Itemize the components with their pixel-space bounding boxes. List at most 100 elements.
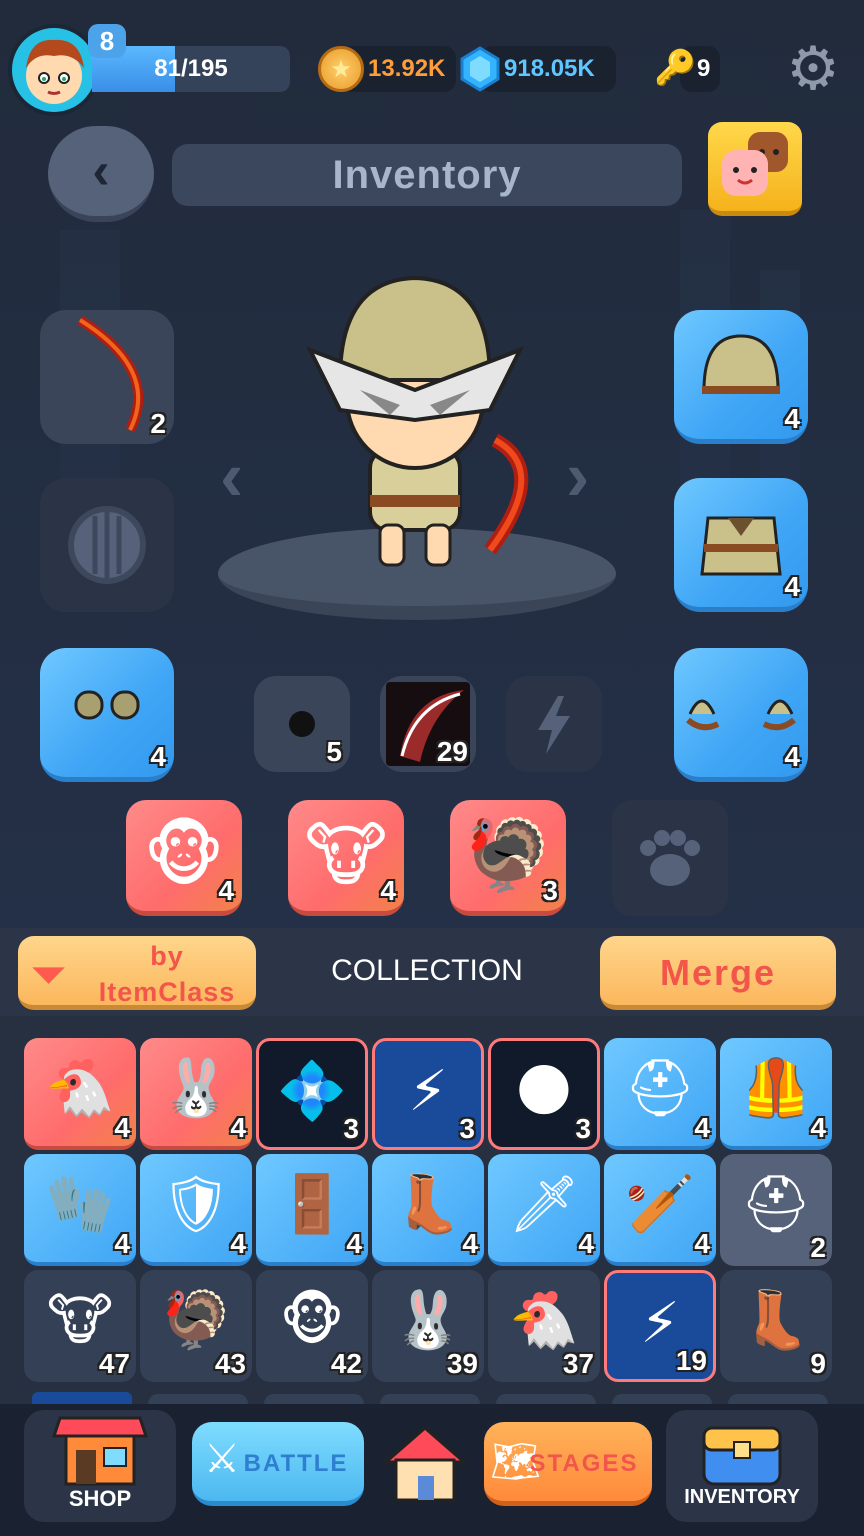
inventory-item-bull[interactable]: 🐮 47	[24, 1270, 136, 1382]
helmet-count: 4	[784, 403, 800, 434]
gear-icon[interactable]: ⚙	[782, 38, 844, 100]
gloves-count: 4	[150, 741, 166, 772]
item-count: 47	[98, 1348, 130, 1379]
item-count: 4	[346, 1228, 362, 1259]
helmet-slot[interactable]: 4	[674, 310, 808, 444]
pet-count: 4	[380, 875, 396, 906]
inventory-item-dash-skill[interactable]: ⚡ 19	[604, 1270, 716, 1382]
item-count: 39	[446, 1348, 478, 1379]
weapon-count: 2	[150, 408, 166, 439]
inventory-item-monkey[interactable]: 🐵 42	[256, 1270, 368, 1382]
weapon-slot[interactable]: 2	[40, 310, 174, 444]
item-count: 3	[575, 1113, 591, 1144]
skill-count: 29	[436, 736, 468, 767]
key-count: 9	[697, 55, 711, 82]
inventory-item-gloves[interactable]: 🧤 4	[24, 1154, 136, 1266]
inventory-item-boots[interactable]: 👢 4	[372, 1154, 484, 1266]
item-count: 37	[562, 1348, 594, 1379]
coin-amount: 13.92K	[368, 55, 446, 82]
armor-slot[interactable]: 4	[674, 478, 808, 612]
friends-button[interactable]	[708, 122, 802, 216]
item-count: 3	[343, 1113, 359, 1144]
skill-slot[interactable]: 29	[380, 676, 476, 772]
nav-stages[interactable]: 🗺 STAGES	[484, 1422, 652, 1506]
level-badge: 8	[88, 24, 126, 58]
gem-amount: 918.05K	[504, 55, 595, 82]
item-count: 43	[214, 1348, 246, 1379]
merge-button[interactable]: Merge	[600, 936, 836, 1010]
lightning-slot[interactable]	[506, 676, 602, 772]
key-icon: 🔑	[654, 49, 697, 87]
item-count: 4	[114, 1228, 130, 1259]
home-icon	[381, 1426, 469, 1502]
inventory-item-turkey[interactable]: 🦃 43	[140, 1270, 252, 1382]
shield-placeholder-icon	[68, 506, 146, 584]
funnel-icon: ⏷	[30, 948, 67, 1000]
back-button[interactable]: ‹	[48, 126, 154, 222]
nav-stages-label: STAGES	[529, 1450, 639, 1477]
inventory-item-sword[interactable]: 🗡 4	[488, 1154, 600, 1266]
pet-slot-monkey[interactable]: 🐵 4	[126, 800, 242, 916]
character-model[interactable]	[300, 270, 540, 580]
star-coin-icon: ★	[318, 46, 364, 92]
backpack-icon	[702, 1426, 782, 1486]
inventory-item-rabbit[interactable]: 🐰 4	[140, 1038, 252, 1150]
inventory-item-round-shield[interactable]: 🛡 4	[140, 1154, 252, 1266]
pet-count: 3	[542, 875, 558, 906]
item-count: 4	[462, 1228, 478, 1259]
prev-character-arrow[interactable]: ‹	[220, 436, 243, 516]
pet-slot-bull[interactable]: 🐮 4	[288, 800, 404, 916]
next-character-arrow[interactable]: ›	[566, 436, 589, 516]
item-count: 4	[230, 1112, 246, 1143]
friends-icon	[722, 132, 788, 196]
inventory-item-armor[interactable]: 🦺 4	[720, 1038, 832, 1150]
armor-count: 4	[784, 571, 800, 602]
nav-inventory[interactable]: INVENTORY	[666, 1410, 818, 1522]
inventory-item-helmet-gray[interactable]: ⛑ 2	[720, 1154, 832, 1266]
paw-icon	[640, 830, 700, 886]
item-count: 4	[230, 1228, 246, 1259]
item-count: 42	[330, 1348, 362, 1379]
item-count: 19	[675, 1345, 707, 1376]
shield-slot[interactable]	[40, 478, 174, 612]
chevron-left-icon: ‹	[92, 142, 110, 200]
item-count: 9	[810, 1348, 826, 1379]
pet-slot-turkey[interactable]: 🦃 3	[450, 800, 566, 916]
item-count: 2	[810, 1232, 826, 1263]
inventory-item-square-shield[interactable]: 🚪 4	[256, 1154, 368, 1266]
pet-slot-empty[interactable]	[612, 800, 728, 916]
inventory-item-club[interactable]: 🏏 4	[604, 1154, 716, 1266]
ring-slot[interactable]: 5	[254, 676, 350, 772]
nav-shop[interactable]: SHOP	[24, 1410, 176, 1522]
nav-battle-label: BATTLE	[243, 1450, 349, 1477]
shop-icon	[51, 1416, 149, 1486]
nav-battle[interactable]: ⚔ BATTLE	[192, 1422, 364, 1506]
collection-label: COLLECTION	[331, 954, 523, 987]
page-title: Inventory	[172, 144, 682, 206]
inventory-item-helmet[interactable]: ⛑ 4	[604, 1038, 716, 1150]
pet-count: 4	[218, 875, 234, 906]
inventory-item-rabbit[interactable]: 🐰 39	[372, 1270, 484, 1382]
inventory-item-rooster[interactable]: 🐔 37	[488, 1270, 600, 1382]
player-avatar[interactable]	[8, 24, 100, 116]
boots-count: 4	[784, 741, 800, 772]
item-count: 3	[459, 1113, 475, 1144]
item-count: 4	[694, 1228, 710, 1259]
inventory-item-rooster[interactable]: 🐔 4	[24, 1038, 136, 1150]
nav-home[interactable]	[380, 1420, 470, 1510]
nav-shop-label: SHOP	[68, 1486, 132, 1511]
lightning-icon	[538, 696, 570, 754]
inventory-item-gem-skill[interactable]: 💠 3	[256, 1038, 368, 1150]
inventory-item-dash-skill[interactable]: ⚡ 3	[372, 1038, 484, 1150]
ring-count: 5	[326, 736, 342, 767]
item-count: 4	[694, 1112, 710, 1143]
gloves-slot[interactable]: 4	[40, 648, 174, 782]
blue-gem-icon	[460, 46, 500, 92]
inventory-item-slash-skill[interactable]: 🌑 3	[488, 1038, 600, 1150]
nav-inventory-label: INVENTORY	[684, 1486, 800, 1508]
item-count: 4	[114, 1112, 130, 1143]
item-count: 4	[578, 1228, 594, 1259]
inventory-item-boots[interactable]: 👢 9	[720, 1270, 832, 1382]
boots-slot[interactable]: 4	[674, 648, 808, 782]
filter-label: by ItemClass	[98, 941, 236, 1007]
